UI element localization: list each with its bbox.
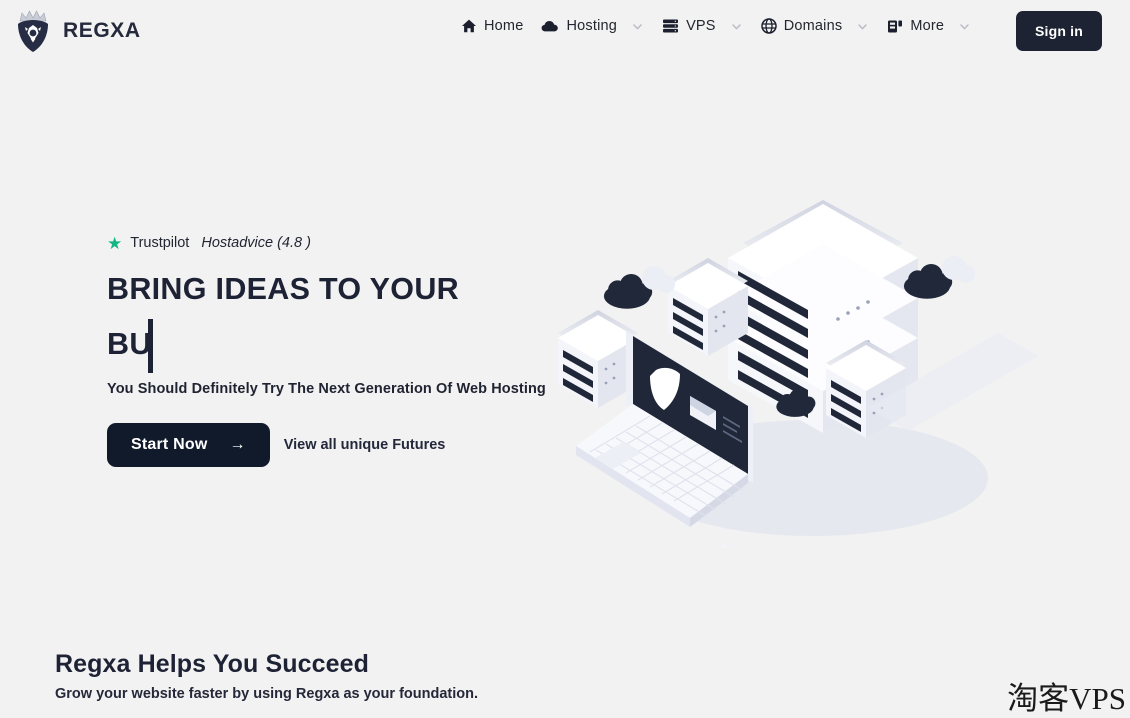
- nav-label-more: More: [910, 18, 945, 34]
- nav-label-vps: VPS: [686, 18, 716, 34]
- star-icon: ★: [107, 233, 123, 253]
- nav-label-hosting: Hosting: [566, 18, 618, 34]
- rating-row: ★ Trustpilot Hostadvice (4.8 ): [107, 232, 577, 254]
- trustpilot-label: Trustpilot: [130, 235, 190, 251]
- home-icon: [461, 18, 477, 34]
- arrow-right-icon: →: [229, 436, 246, 454]
- hero-headline-typed-row: BU: [107, 319, 577, 375]
- nav-item-domains[interactable]: Domains: [752, 18, 879, 34]
- hostadvice-label: Hostadvice (4.8 ): [201, 235, 311, 251]
- start-now-button[interactable]: Start Now →: [107, 423, 270, 468]
- hero-content: ★ Trustpilot Hostadvice (4.8 ) BRING IDE…: [107, 232, 577, 468]
- grid-box-icon: [887, 19, 903, 34]
- hero-cta-row: Start Now → View all unique Futures: [107, 423, 577, 468]
- chevron-down-icon-hosting[interactable]: [631, 20, 644, 33]
- nav-label-domains: Domains: [783, 18, 843, 34]
- nav-label-home: Home: [484, 18, 524, 34]
- brand-name: REGXA: [63, 19, 141, 42]
- sign-in-button[interactable]: Sign in: [1015, 11, 1102, 51]
- view-all-futures-link[interactable]: View all unique Futures: [284, 437, 446, 453]
- site-header: REGXA Home Hosting VPS Domains More Sign…: [0, 0, 1130, 62]
- nav-item-vps[interactable]: VPS: [653, 18, 752, 34]
- server-icon: [662, 18, 679, 34]
- chevron-down-icon-vps[interactable]: [730, 20, 743, 33]
- chevron-down-icon-domains[interactable]: [856, 20, 869, 33]
- typing-caret: [147, 319, 153, 374]
- nav-item-more[interactable]: More: [878, 18, 980, 34]
- main-navigation: Home Hosting VPS Domains More: [452, 18, 980, 34]
- chevron-down-icon-more[interactable]: [958, 20, 971, 33]
- hero-subline: You Should Definitely Try The Next Gener…: [107, 381, 546, 398]
- succeed-section: Regxa Helps You Succeed Grow your websit…: [55, 650, 478, 702]
- nav-item-home[interactable]: Home: [452, 18, 532, 34]
- globe-icon: [760, 18, 777, 34]
- lion-crown-logo-icon: [12, 8, 54, 54]
- hero-illustration: [538, 178, 1038, 548]
- isometric-servers-laptop-clouds-icon: [558, 200, 1038, 548]
- cloud-icon: [541, 19, 559, 33]
- hero-headline: BRING IDEAS TO YOUR: [107, 272, 459, 306]
- start-now-label: Start Now: [131, 436, 208, 454]
- page-root: REGXA Home Hosting VPS Domains More Sign…: [0, 0, 1130, 718]
- hero-typed-text: BU: [107, 327, 152, 362]
- succeed-title: Regxa Helps You Succeed: [55, 650, 369, 678]
- nav-item-hosting[interactable]: Hosting: [532, 18, 653, 34]
- brand-logo-link[interactable]: REGXA: [12, 8, 141, 54]
- watermark-text: 淘客VPS: [1007, 681, 1126, 716]
- succeed-subtitle: Grow your website faster by using Regxa …: [55, 686, 478, 702]
